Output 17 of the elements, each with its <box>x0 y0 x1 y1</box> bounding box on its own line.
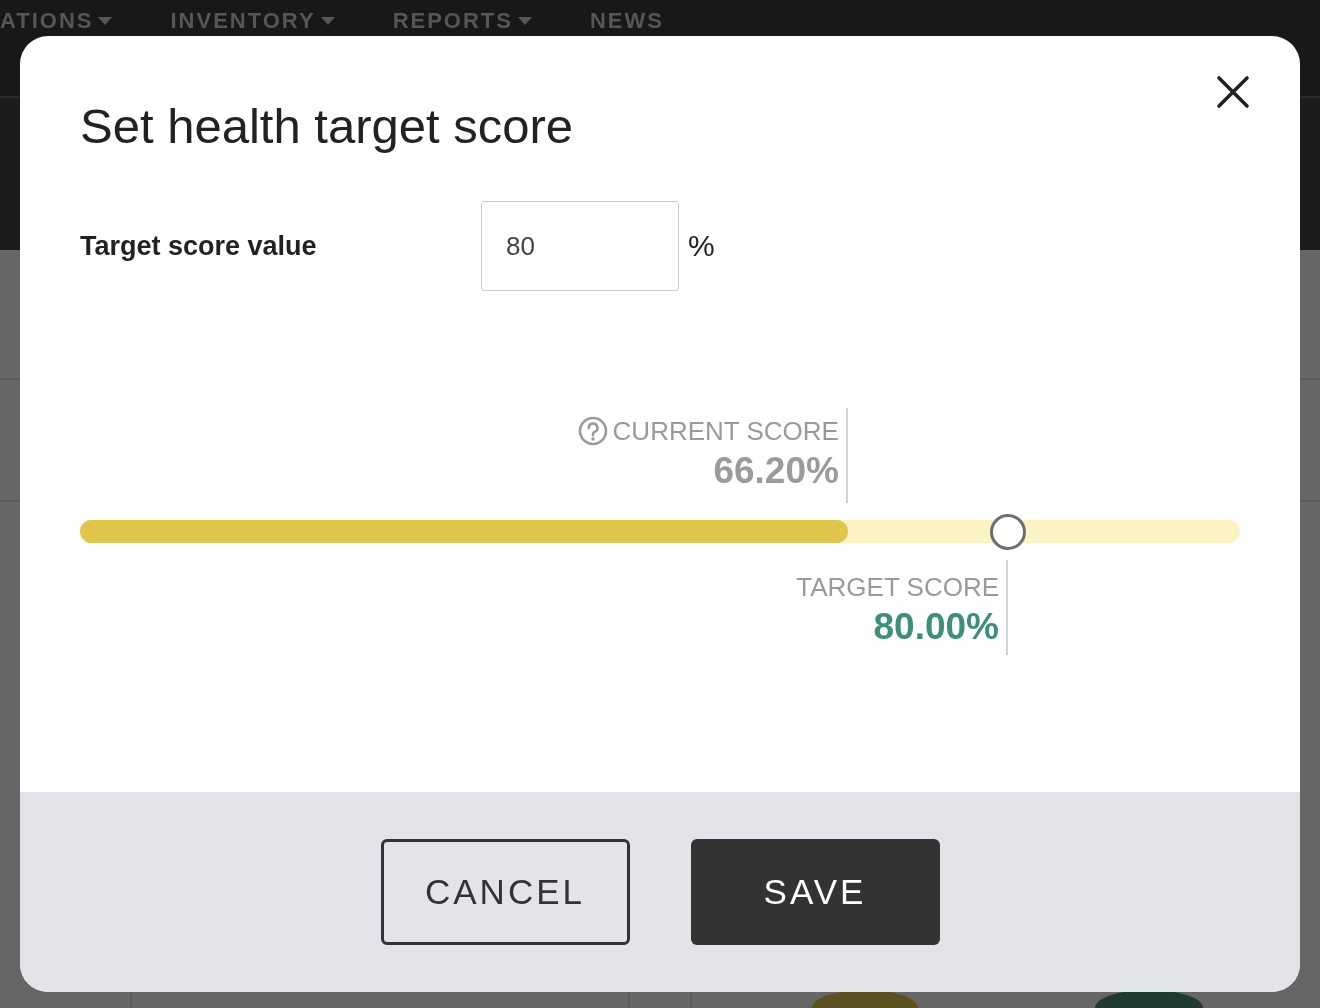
nav-link[interactable]: REPORTS <box>392 8 532 34</box>
target-score-value: 80.00% <box>873 605 999 649</box>
save-button[interactable]: SAVE <box>690 839 940 945</box>
unit-label: % <box>688 228 715 264</box>
nav-link[interactable]: ATIONS <box>0 8 113 34</box>
nav-link[interactable]: NEWS <box>590 8 664 34</box>
score-input[interactable]: 80 <box>481 201 679 291</box>
target-score-label: TARGET SCORE <box>796 571 999 604</box>
close-icon <box>1216 75 1250 109</box>
nav-link[interactable]: INVENTORY <box>170 8 335 34</box>
help-icon[interactable] <box>577 416 608 446</box>
cancel-button[interactable]: CANCEL <box>380 839 630 945</box>
current-score-value: 66.20% <box>713 449 839 493</box>
dialog-title: Set health target score <box>80 98 573 155</box>
current-score-label: CURRENT SCORE <box>612 415 839 448</box>
slider-handle[interactable] <box>990 513 1026 550</box>
field-label: Target score value <box>80 229 318 263</box>
